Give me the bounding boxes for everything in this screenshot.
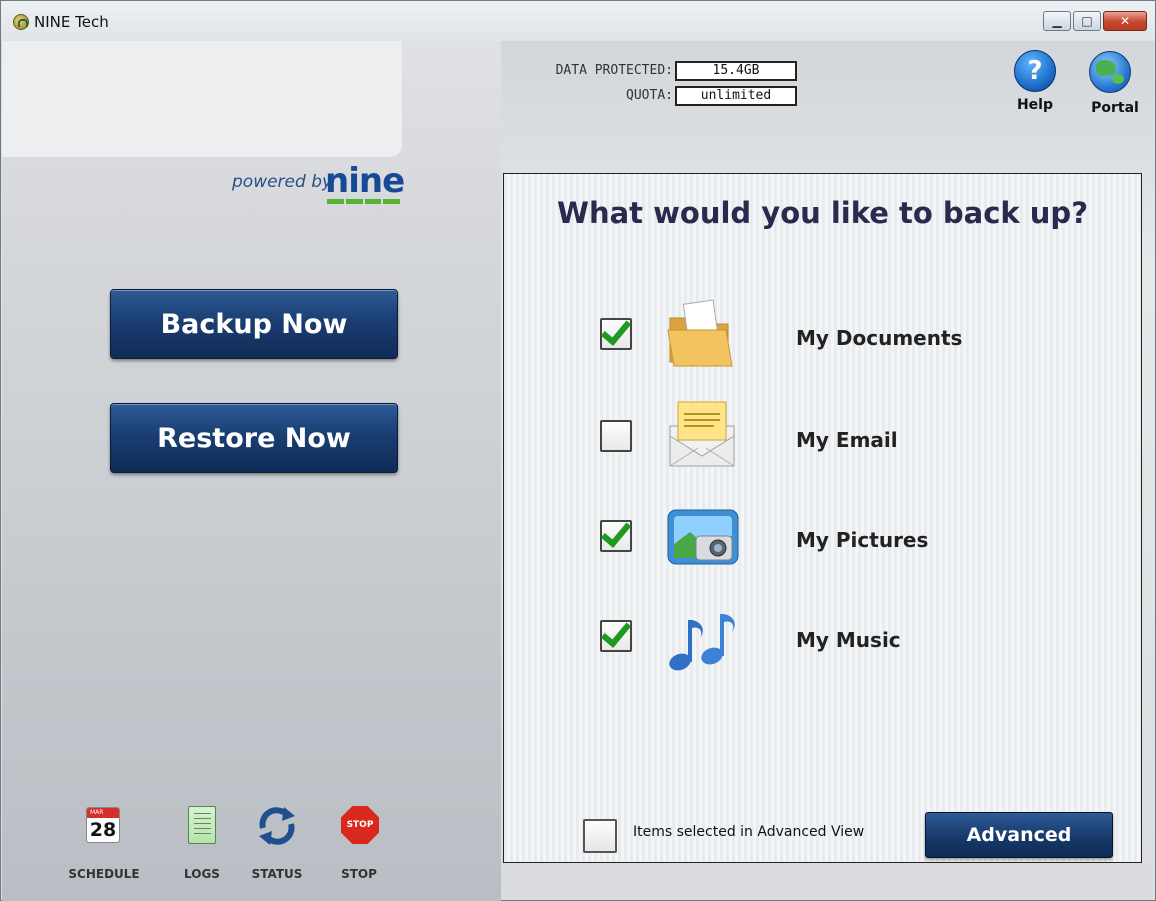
title-bar[interactable]: NINE Tech ▁ □ ✕ <box>1 1 1155 41</box>
folder-icon <box>667 299 733 367</box>
advanced-view-checkbox[interactable] <box>583 819 617 853</box>
powered-by-text: powered by <box>232 172 333 192</box>
left-panel: powered by nine Backup Now Restore Now M… <box>2 41 501 901</box>
maximize-icon: □ <box>1081 14 1093 28</box>
checkmark-icon <box>600 616 632 648</box>
calendar-month: MAR <box>87 808 119 818</box>
logo-area <box>2 41 402 157</box>
maximize-button[interactable]: □ <box>1073 11 1101 31</box>
restore-now-button[interactable]: Restore Now <box>110 403 398 473</box>
calendar-icon: MAR 28 <box>86 807 120 843</box>
email-checkbox[interactable] <box>600 420 632 452</box>
status-label: STATUS <box>251 867 303 881</box>
quota-label: QUOTA: <box>626 88 673 103</box>
backup-item-documents: My Documents <box>504 296 1143 376</box>
stop-label: STOP <box>341 867 377 881</box>
window-controls: ▁ □ ✕ <box>1043 11 1147 31</box>
advanced-view-label: Items selected in Advanced View <box>633 824 865 840</box>
music-label: My Music <box>796 628 901 652</box>
minimize-icon: ▁ <box>1052 14 1062 28</box>
backup-item-music: My Music <box>504 604 1143 684</box>
logs-icon <box>188 806 216 844</box>
window-title: NINE Tech <box>34 13 109 31</box>
calendar-day: 28 <box>89 819 117 841</box>
refresh-icon <box>259 807 295 845</box>
schedule-label: SCHEDULE <box>68 867 140 881</box>
minimize-button[interactable]: ▁ <box>1043 11 1071 31</box>
help-label: Help <box>1016 97 1054 113</box>
app-window: NINE Tech ▁ □ ✕ powered by nine Backup N… <box>0 0 1156 901</box>
checkmark-icon <box>600 314 632 346</box>
music-checkbox[interactable] <box>600 616 632 652</box>
backup-item-pictures: My Pictures <box>504 504 1143 584</box>
pictures-label: My Pictures <box>796 528 929 552</box>
close-button[interactable]: ✕ <box>1103 11 1147 31</box>
app-logo-icon <box>13 14 29 30</box>
panel-heading: What would you like to back up? <box>556 196 1089 230</box>
pictures-checkbox[interactable] <box>600 516 632 552</box>
powered-by-banner: powered by nine <box>2 161 501 209</box>
help-icon: ? <box>1014 50 1056 92</box>
email-label: My Email <box>796 428 898 452</box>
backup-now-button[interactable]: Backup Now <box>110 289 398 359</box>
portal-label: Portal <box>1091 100 1139 116</box>
music-notes-icon <box>669 614 735 671</box>
close-icon: ✕ <box>1119 14 1131 28</box>
stop-sign-icon: STOP <box>341 806 379 844</box>
nine-logo-bar <box>327 199 400 204</box>
documents-label: My Documents <box>796 326 963 350</box>
advanced-button[interactable]: Advanced <box>925 812 1113 858</box>
logs-label: LOGS <box>184 867 220 881</box>
data-protected-value: 15.4GB <box>675 61 797 81</box>
globe-icon <box>1089 51 1131 93</box>
camera-icon <box>667 509 739 565</box>
data-protected-label: DATA PROTECTED: <box>555 63 673 78</box>
envelope-icon <box>669 401 735 467</box>
backup-item-email: My Email <box>504 400 1143 480</box>
nine-logo-text: nine <box>325 161 405 201</box>
documents-checkbox[interactable] <box>600 314 632 350</box>
backup-selection-panel: What would you like to back up? My Docum… <box>503 173 1142 863</box>
checkmark-icon <box>600 516 632 548</box>
quota-value: unlimited <box>675 86 797 106</box>
